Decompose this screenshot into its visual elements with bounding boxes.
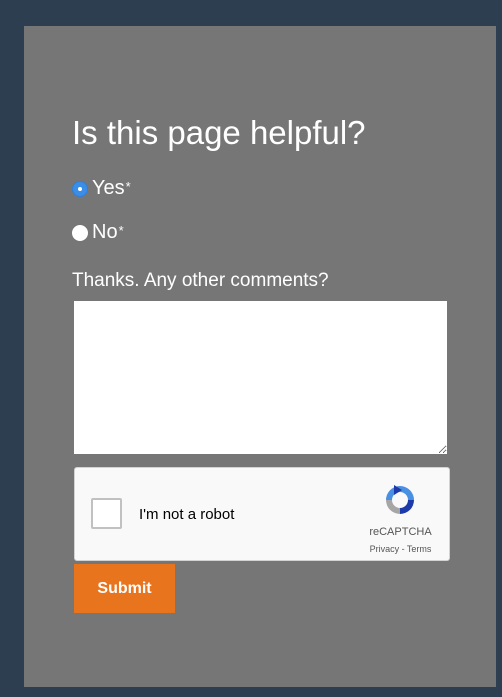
- recaptcha-brand: reCAPTCHA: [369, 526, 432, 538]
- recaptcha-label: I'm not a robot: [139, 506, 235, 523]
- radio-option-yes[interactable]: Yes *: [72, 177, 131, 200]
- comments-label: Thanks. Any other comments?: [72, 270, 329, 291]
- radio-no-label[interactable]: No: [92, 221, 118, 244]
- required-mark: *: [118, 223, 124, 238]
- recaptcha-widget: I'm not a robot reCAPTCHA Privacy - Term…: [74, 467, 450, 561]
- recaptcha-logo-icon: [386, 485, 414, 514]
- radio-option-no[interactable]: No *: [72, 221, 124, 244]
- radio-yes-button[interactable]: [72, 180, 88, 197]
- radio-yes-label[interactable]: Yes: [92, 177, 125, 200]
- feedback-title: Is this page helpful?: [72, 114, 366, 151]
- recaptcha-checkbox[interactable]: [91, 498, 122, 529]
- required-mark: *: [125, 179, 131, 194]
- submit-button[interactable]: Submit: [74, 564, 175, 613]
- radio-no-button[interactable]: [72, 224, 88, 241]
- recaptcha-terms-link[interactable]: Privacy - Terms: [353, 544, 448, 554]
- comments-textarea[interactable]: [74, 301, 447, 454]
- feedback-panel: Is this page helpful? Yes * No * Thanks.…: [24, 26, 496, 687]
